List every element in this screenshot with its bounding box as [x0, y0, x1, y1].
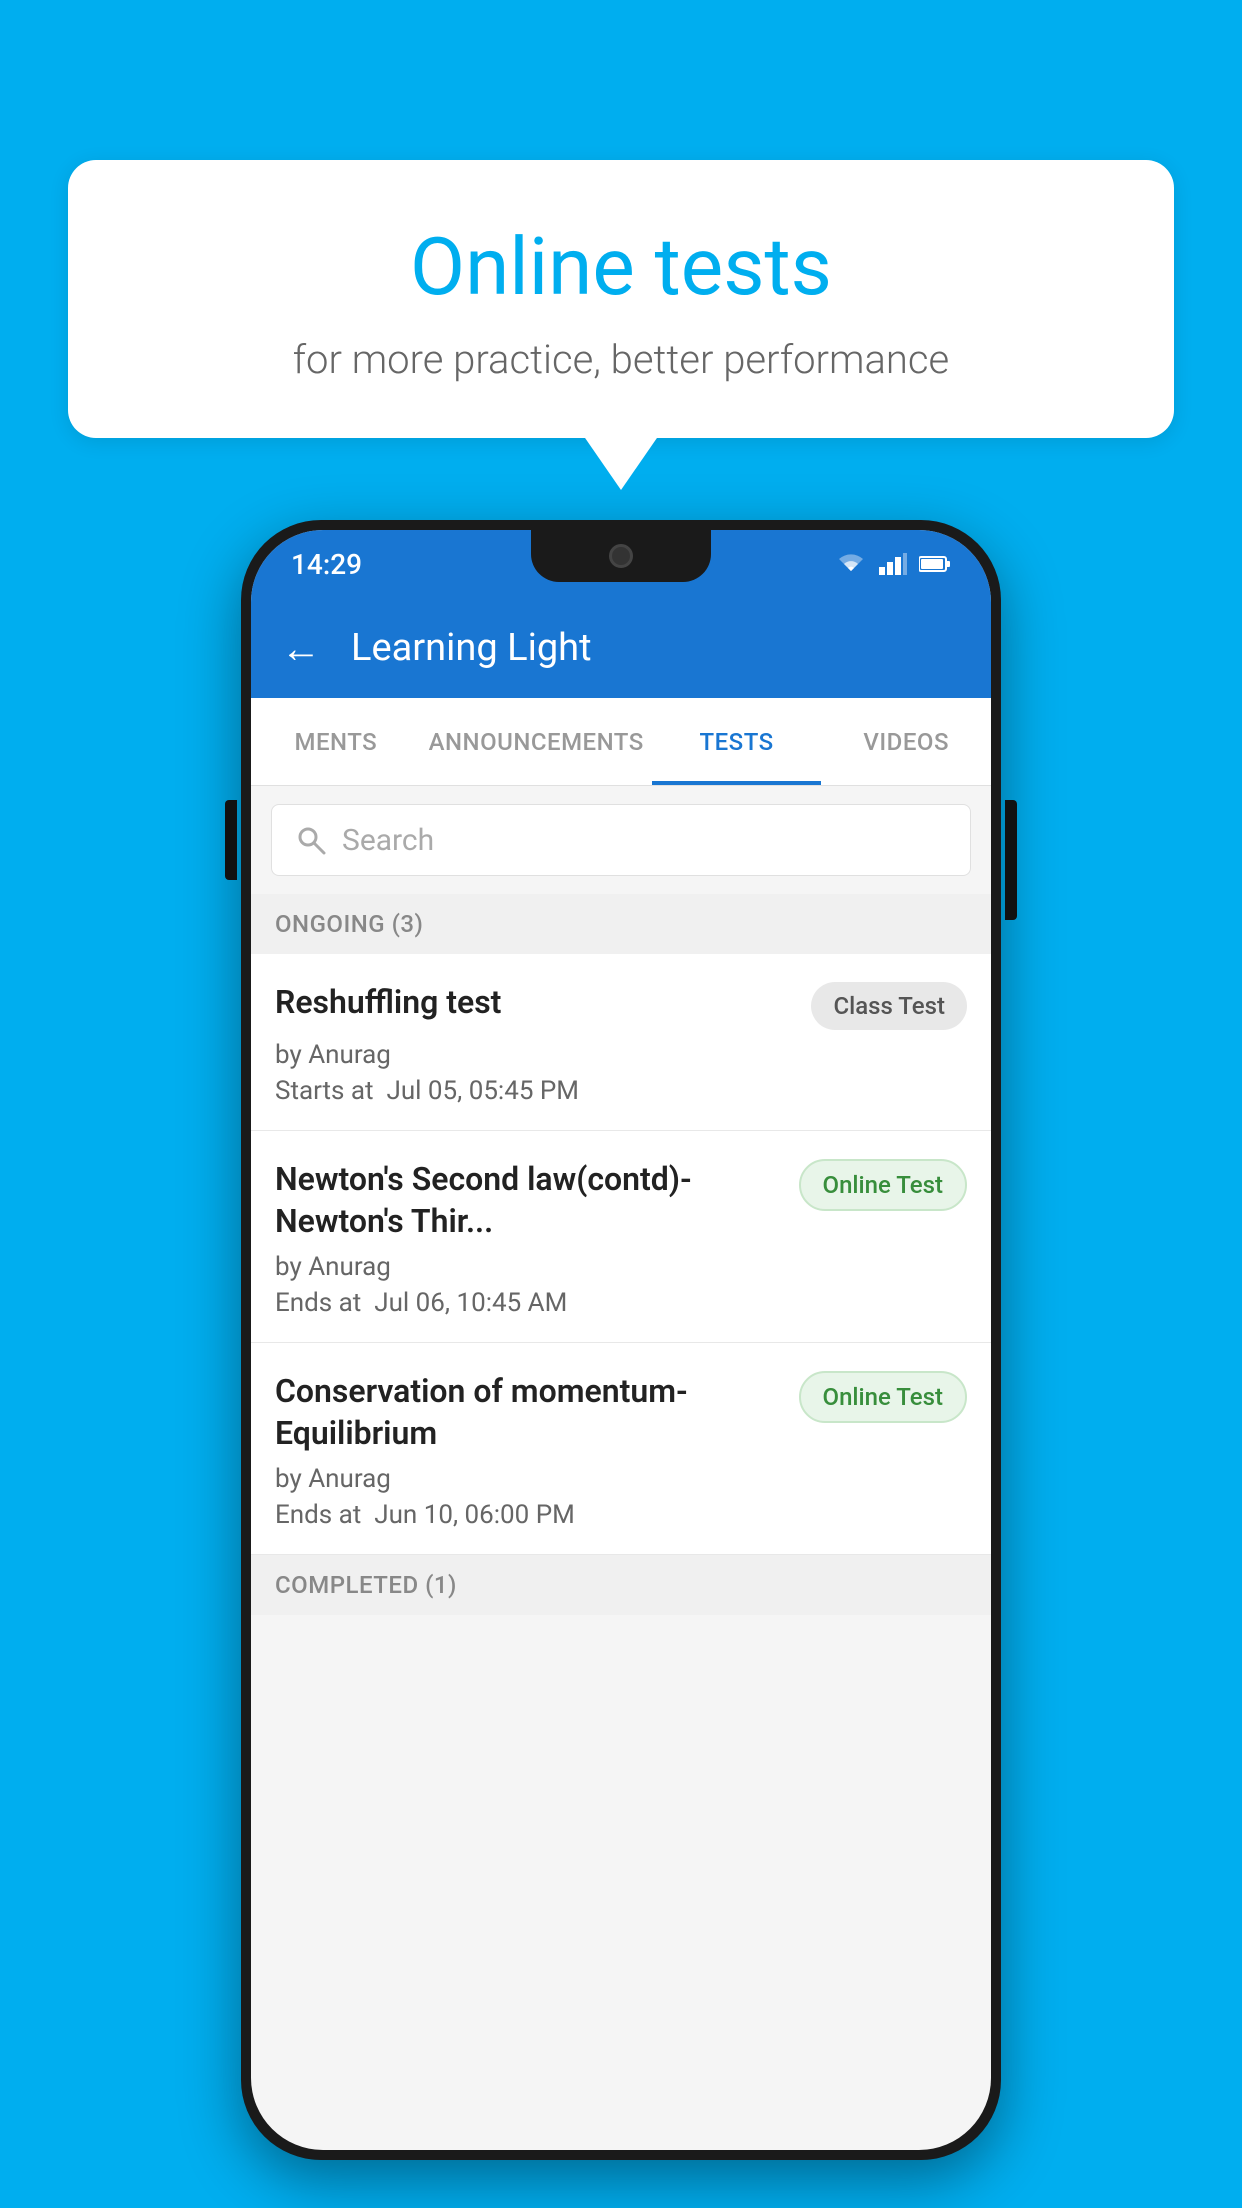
test-badge-1: Class Test [811, 982, 967, 1030]
search-icon [296, 825, 326, 855]
speech-bubble: Online tests for more practice, better p… [68, 160, 1174, 438]
bubble-title: Online tests [148, 220, 1094, 314]
promo-banner: Online tests for more practice, better p… [68, 160, 1174, 438]
status-bar: 14:29 [251, 530, 991, 598]
search-bar[interactable]: Search [271, 804, 971, 876]
test-meta-1: by Anurag [275, 1040, 967, 1070]
test-item-2-row: Newton's Second law(contd)-Newton's Thir… [275, 1159, 967, 1242]
app-title: Learning Light [351, 626, 592, 670]
completed-section-header: COMPLETED (1) [251, 1555, 991, 1615]
test-date-2: Ends at Jul 06, 10:45 AM [275, 1288, 967, 1318]
app-header: ← Learning Light [251, 598, 991, 698]
bubble-subtitle: for more practice, better performance [148, 336, 1094, 383]
phone-frame: 14:29 [241, 520, 1001, 2160]
test-item-1-row: Reshuffling test Class Test [275, 982, 967, 1030]
test-badge-2: Online Test [799, 1159, 967, 1211]
tabs-container: MENTS ANNOUNCEMENTS TESTS VIDEOS [251, 698, 991, 786]
tab-videos[interactable]: VIDEOS [821, 698, 991, 785]
search-placeholder: Search [342, 823, 434, 858]
status-time: 14:29 [291, 548, 362, 581]
test-date-3: Ends at Jun 10, 06:00 PM [275, 1500, 967, 1530]
signal-icon [879, 553, 907, 575]
test-name-2: Newton's Second law(contd)-Newton's Thir… [275, 1159, 783, 1242]
battery-icon [919, 555, 951, 573]
test-name-1: Reshuffling test [275, 982, 795, 1024]
test-badge-3: Online Test [799, 1371, 967, 1423]
test-item-2[interactable]: Newton's Second law(contd)-Newton's Thir… [251, 1131, 991, 1343]
test-meta-2: by Anurag [275, 1252, 967, 1282]
test-item-3[interactable]: Conservation of momentum-Equilibrium Onl… [251, 1343, 991, 1555]
test-item-3-row: Conservation of momentum-Equilibrium Onl… [275, 1371, 967, 1454]
notch [531, 530, 711, 582]
phone-device: 14:29 [241, 520, 1001, 2160]
back-button[interactable]: ← [281, 625, 321, 672]
tab-announcements[interactable]: ANNOUNCEMENTS [421, 698, 652, 785]
status-icons [835, 553, 951, 575]
wifi-icon [835, 553, 867, 575]
ongoing-section-header: ONGOING (3) [251, 894, 991, 954]
phone-screen: 14:29 [251, 530, 991, 2150]
tab-ments[interactable]: MENTS [251, 698, 421, 785]
search-container: Search [251, 786, 991, 894]
tab-tests[interactable]: TESTS [652, 698, 822, 785]
test-item-1[interactable]: Reshuffling test Class Test by Anurag St… [251, 954, 991, 1131]
camera [609, 544, 633, 568]
test-date-1: Starts at Jul 05, 05:45 PM [275, 1076, 967, 1106]
test-meta-3: by Anurag [275, 1464, 967, 1494]
test-name-3: Conservation of momentum-Equilibrium [275, 1371, 783, 1454]
